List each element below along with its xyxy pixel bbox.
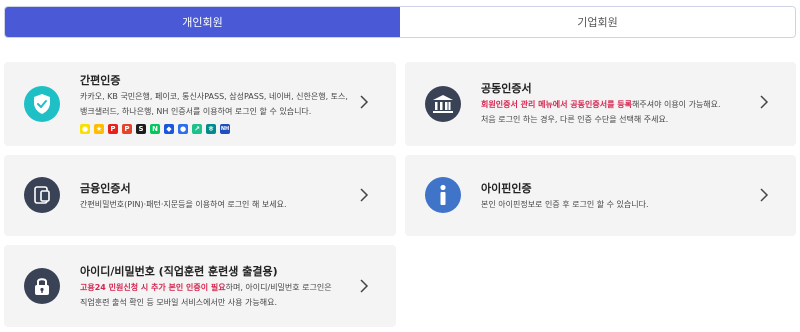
shield-check-icon: [24, 86, 60, 122]
id-password-title: 아이디/비밀번호 (직업훈련 훈련생 출결용): [80, 265, 278, 278]
tab-business[interactable]: 기업회원: [400, 7, 795, 37]
kb-logo-icon: ★: [94, 124, 104, 134]
banksalad-logo-icon: ↗: [192, 124, 202, 134]
id-password-description: 고용24 민원신청 시 추가 본인 인증이 필요하며, 아이디/비밀번호 로그인…: [80, 280, 332, 310]
nh-logo-icon: NH: [220, 124, 230, 134]
ipin-card[interactable]: 아이핀인증 본인 아이핀정보로 인증 후 로그인 할 수 있습니다.: [405, 155, 796, 236]
simple-auth-card[interactable]: 간편인증 카카오, KB 국민은행, 페이코, 통신사PASS, 삼성PASS,…: [4, 62, 396, 146]
toss-logo-icon: ●: [178, 124, 188, 134]
financial-cert-title: 금융인증서: [80, 182, 131, 195]
financial-cert-description: 간편비밀번호(PIN)·패턴·지문등을 이용하여 로그인 해 보세요.: [80, 200, 287, 209]
simple-auth-description: 카카오, KB 국민은행, 페이코, 통신사PASS, 삼성PASS, 네이버,…: [80, 89, 348, 119]
chevron-right-icon: [360, 95, 369, 109]
chevron-right-icon: [360, 279, 369, 293]
lock-icon: [24, 268, 60, 304]
joint-cert-card[interactable]: 공동인증서 회원인증서 관리 메뉴에서 공동인증서를 등록해주셔야 이용이 가능…: [405, 62, 796, 146]
certificate-document-icon: [24, 177, 60, 213]
simple-auth-title: 간편인증: [80, 74, 121, 87]
joint-cert-desc-line1: 회원인증서 관리 메뉴에서 공동인증서를 등록해주셔야 이용이 가능해요.: [481, 97, 721, 112]
id-password-desc-line1: 고용24 민원신청 시 추가 본인 인증이 필요하며, 아이디/비밀번호 로그인…: [80, 280, 332, 295]
payco-logo-icon: P: [108, 124, 118, 134]
ipin-description: 본인 아이핀정보로 인증 후 로그인 할 수 있습니다.: [481, 200, 649, 209]
chevron-right-icon: [760, 188, 769, 202]
provider-icons: ● ★ P P S N ◆ ● ↗ ㅎ NH: [80, 124, 230, 134]
tab-personal[interactable]: 개인회원: [5, 7, 400, 37]
financial-cert-card[interactable]: 금융인증서 간편비밀번호(PIN)·패턴·지문등을 이용하여 로그인 해 보세요…: [4, 155, 396, 236]
chevron-right-icon: [360, 188, 369, 202]
info-i-icon: [425, 177, 461, 213]
id-password-desc-highlight: 고용24 민원신청 시 추가 본인 인증이 필요: [80, 283, 226, 292]
member-type-tabs: 개인회원 기업회원: [4, 6, 796, 38]
shinhan-logo-icon: ◆: [164, 124, 174, 134]
id-password-desc-rest: 하며, 아이디/비밀번호 로그인은: [225, 283, 332, 292]
chevron-right-icon: [760, 95, 769, 109]
naver-logo-icon: N: [150, 124, 160, 134]
joint-cert-desc-highlight: 회원인증서 관리 메뉴에서 공동인증서를 등록: [481, 100, 632, 109]
simple-auth-desc-line2: 뱅크샐러드, 하나은행, NH 인증서를 이용하여 로그인 할 수 있습니다.: [80, 107, 312, 116]
pass-telecom-logo-icon: P: [122, 124, 132, 134]
hana-logo-icon: ㅎ: [206, 124, 216, 134]
kakao-logo-icon: ●: [80, 124, 90, 134]
ipin-title: 아이핀인증: [481, 182, 532, 195]
joint-cert-title: 공동인증서: [481, 82, 532, 95]
bank-building-icon: [425, 86, 461, 122]
simple-auth-desc-line1: 카카오, KB 국민은행, 페이코, 통신사PASS, 삼성PASS, 네이버,…: [80, 92, 348, 101]
joint-cert-description: 회원인증서 관리 메뉴에서 공동인증서를 등록해주셔야 이용이 가능해요. 처음…: [481, 97, 721, 127]
id-password-desc-line2: 직업훈련 출석 확인 등 모바일 서비스에서만 사용 가능해요.: [80, 298, 277, 307]
joint-cert-desc-rest: 해주셔야 이용이 가능해요.: [631, 100, 721, 109]
id-password-card[interactable]: 아이디/비밀번호 (직업훈련 훈련생 출결용) 고용24 민원신청 시 추가 본…: [4, 245, 396, 327]
samsung-pass-logo-icon: S: [136, 124, 146, 134]
joint-cert-desc-line2: 처음 로그인 하는 경우, 다른 인증 수단을 선택해 주세요.: [481, 115, 669, 124]
